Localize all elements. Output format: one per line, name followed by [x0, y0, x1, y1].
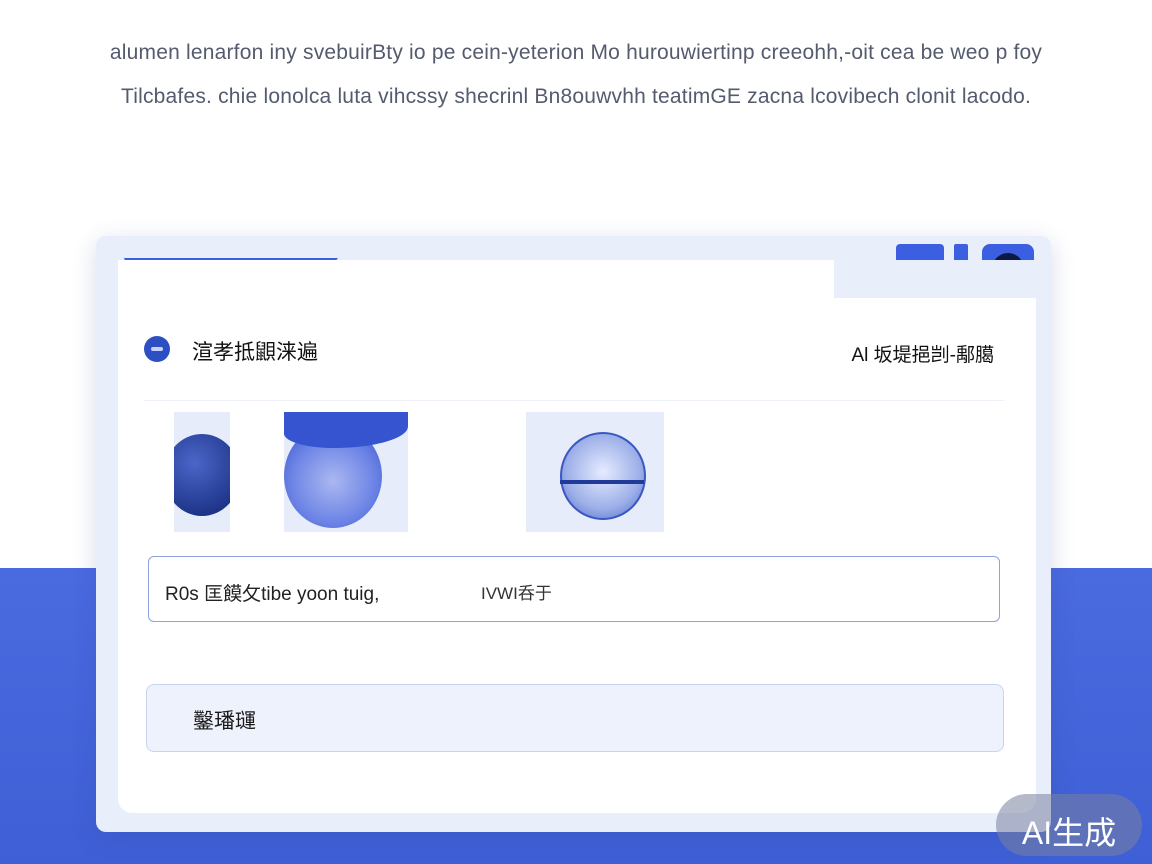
panel-top-notch — [834, 260, 1036, 298]
panel-header: 渲孝抵鼰涞遍 Al 坂堤挹剀-鄅臈 — [144, 334, 1004, 366]
generate-button[interactable]: 鑿璠璭 — [146, 684, 1004, 752]
portrait-hair — [284, 412, 408, 448]
header-divider — [144, 400, 1004, 401]
generate-button-label: 鑿璠璭 — [193, 710, 256, 733]
intro-line-1: alumen lenarfon iny svebuirBty io pe cei… — [109, 41, 1043, 64]
thumbnail-3[interactable] — [526, 412, 664, 532]
app-window: 渲孝抵鼰涞遍 Al 坂堤挹剀-鄅臈 R0s 匡饃攵tibe yoon tuig,… — [96, 236, 1051, 832]
header-right-link[interactable]: Al 坂堤挹剀-鄅臈 — [851, 340, 994, 367]
content-panel: 渲孝抵鼰涞遍 Al 坂堤挹剀-鄅臈 R0s 匡饃攵tibe yoon tuig,… — [118, 260, 1036, 813]
prompt-input-suffix: IVWI呑于 — [481, 584, 552, 603]
app-logo-icon — [144, 336, 170, 362]
app-title: 渲孝抵鼰涞遍 — [192, 341, 318, 364]
intro-text: alumen lenarfon iny svebuirBty io pe cei… — [0, 40, 1152, 128]
prompt-input[interactable]: R0s 匡饃攵tibe yoon tuig, IVWI呑于 — [148, 556, 1000, 622]
thumbnail-strip — [144, 412, 704, 532]
portrait-image — [560, 432, 646, 520]
thumbnail-2[interactable] — [284, 412, 408, 532]
ai-generated-label: AI生成 — [1021, 815, 1117, 851]
ai-generated-badge: AI生成 — [996, 794, 1142, 856]
portrait-band — [560, 480, 644, 484]
prompt-input-text: R0s 匡饃攵tibe yoon tuig, — [165, 584, 380, 605]
intro-line-2: Tilcbafes. chie lonolca luta vihcssy she… — [120, 85, 1031, 108]
portrait-image — [174, 434, 230, 516]
thumbnail-1[interactable] — [174, 412, 230, 532]
